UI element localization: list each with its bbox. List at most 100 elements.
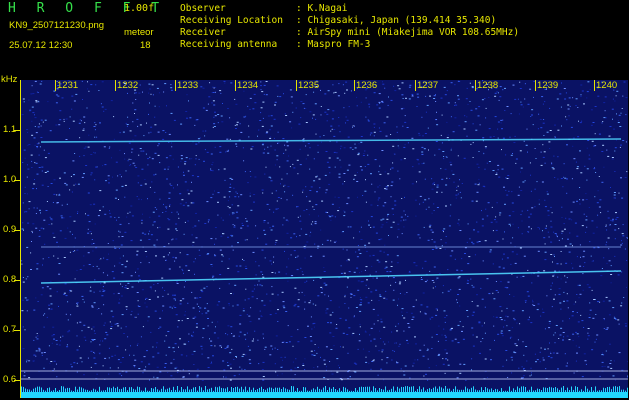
noise-pixel — [438, 148, 441, 150]
noise-pixel — [370, 132, 373, 134]
noise-pixel — [443, 228, 446, 230]
noise-pixel — [571, 178, 573, 180]
noise-pixel — [332, 336, 335, 337]
noise-pixel — [505, 177, 507, 179]
x-tick — [475, 80, 476, 91]
noise-pixel — [596, 334, 599, 336]
noise-pixel — [556, 234, 557, 236]
noise-pixel — [117, 325, 120, 327]
noise-pixel — [464, 253, 466, 254]
noise-floor-spike — [49, 387, 50, 392]
noise-floor-spike — [303, 387, 304, 392]
noise-pixel — [457, 277, 460, 279]
noise-pixel — [530, 374, 532, 376]
noise-floor-spike — [281, 389, 282, 392]
noise-pixel — [212, 92, 215, 93]
noise-pixel — [431, 280, 434, 281]
noise-pixel — [496, 240, 499, 242]
noise-pixel — [290, 369, 293, 371]
noise-pixel — [592, 122, 595, 123]
noise-pixel — [582, 256, 585, 258]
noise-floor-spike — [507, 390, 508, 392]
noise-pixel — [33, 183, 36, 185]
noise-floor-spike — [623, 389, 624, 392]
noise-pixel — [485, 147, 487, 149]
noise-pixel — [22, 299, 24, 301]
noise-pixel — [563, 223, 565, 225]
noise-pixel — [435, 101, 437, 102]
noise-pixel — [317, 366, 319, 368]
noise-floor-spike — [549, 386, 550, 392]
noise-pixel — [314, 243, 316, 245]
noise-pixel — [184, 161, 187, 163]
noise-pixel — [378, 350, 381, 352]
noise-pixel — [248, 349, 251, 351]
noise-pixel — [470, 143, 472, 145]
noise-pixel — [136, 118, 139, 120]
noise-pixel — [83, 147, 86, 149]
noise-pixel — [329, 300, 332, 302]
noise-floor-spike — [333, 387, 334, 392]
noise-pixel — [325, 310, 327, 312]
noise-pixel — [63, 172, 66, 174]
noise-pixel — [435, 245, 437, 247]
noise-pixel — [514, 98, 517, 100]
noise-pixel — [559, 302, 562, 304]
noise-pixel — [125, 326, 127, 328]
noise-pixel — [171, 307, 173, 309]
noise-pixel — [196, 376, 199, 378]
noise-pixel — [253, 288, 255, 290]
noise-pixel — [93, 151, 94, 153]
noise-pixel — [243, 160, 245, 162]
noise-pixel — [451, 170, 453, 172]
noise-pixel — [343, 147, 346, 149]
noise-pixel — [456, 302, 458, 304]
noise-pixel — [390, 226, 393, 228]
noise-pixel — [93, 351, 95, 353]
noise-pixel — [78, 345, 80, 347]
noise-pixel — [137, 313, 139, 315]
noise-pixel — [108, 253, 109, 255]
noise-floor-spike — [449, 388, 450, 392]
noise-pixel — [122, 357, 124, 358]
noise-pixel — [587, 332, 589, 334]
noise-pixel — [46, 201, 48, 202]
noise-pixel — [577, 107, 579, 108]
noise-floor-spike — [299, 390, 300, 392]
noise-pixel — [96, 373, 98, 375]
noise-pixel — [424, 199, 427, 201]
noise-pixel — [207, 318, 209, 319]
noise-pixel — [307, 143, 310, 145]
noise-pixel — [522, 106, 524, 108]
noise-pixel — [23, 375, 26, 377]
noise-pixel — [214, 146, 216, 148]
noise-pixel — [277, 349, 279, 350]
noise-pixel — [152, 224, 154, 226]
noise-pixel — [244, 265, 247, 267]
noise-pixel — [423, 344, 425, 346]
noise-pixel — [471, 241, 473, 243]
noise-pixel — [145, 297, 148, 299]
noise-pixel — [176, 211, 178, 213]
noise-pixel — [458, 276, 461, 278]
noise-pixel — [236, 217, 239, 219]
noise-pixel — [557, 129, 560, 131]
noise-pixel — [187, 220, 190, 222]
noise-pixel — [487, 202, 490, 204]
noise-pixel — [608, 300, 611, 302]
noise-pixel — [607, 366, 610, 368]
noise-pixel — [241, 368, 243, 370]
noise-pixel — [523, 255, 526, 257]
noise-pixel — [188, 170, 190, 172]
noise-pixel — [388, 235, 389, 236]
x-tick — [415, 80, 416, 91]
noise-pixel — [390, 185, 393, 187]
noise-pixel — [256, 298, 258, 300]
noise-pixel — [273, 137, 275, 139]
noise-pixel — [299, 235, 301, 237]
noise-pixel — [161, 277, 164, 279]
noise-floor-spike — [237, 386, 238, 392]
noise-pixel — [563, 291, 565, 293]
noise-pixel — [302, 191, 304, 193]
noise-pixel — [96, 265, 98, 267]
